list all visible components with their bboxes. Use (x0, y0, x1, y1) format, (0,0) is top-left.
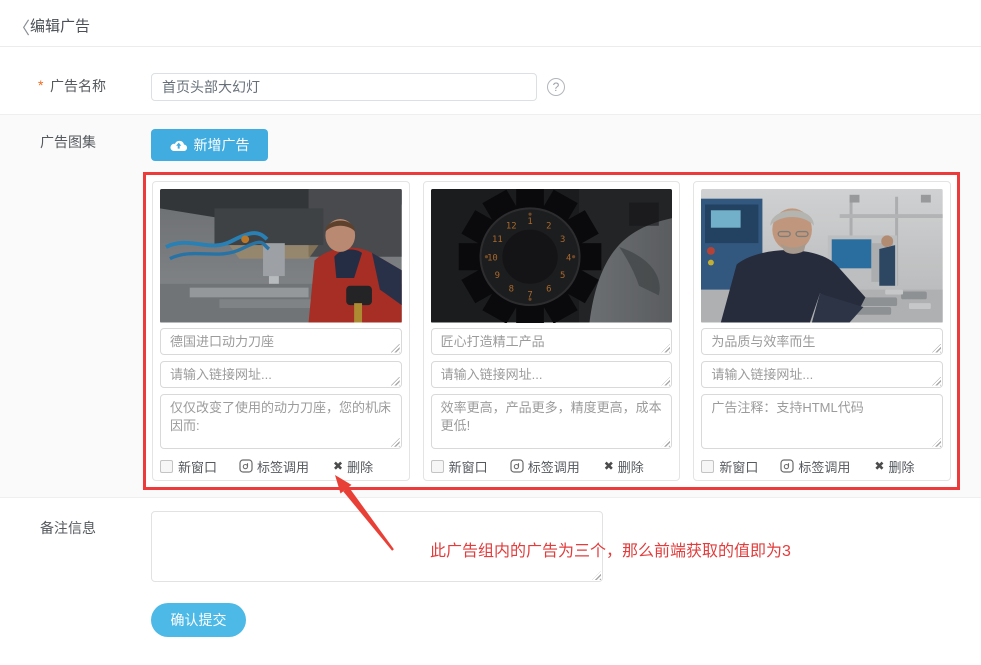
delete-icon: ✖ (604, 459, 614, 473)
delete-label: 删除 (618, 457, 644, 476)
delete-ad-button[interactable]: ✖ 删除 (333, 457, 373, 476)
ad-desc-field: 仅仅改变了使用的动力刀座，您的机床因而: (160, 394, 402, 449)
delete-label: 删除 (888, 457, 914, 476)
ad-title-field: 匠心打造精工产品 (431, 328, 673, 355)
ad-desc-field: 效率更高，产品更多，精度更高，成本更低! (431, 394, 673, 449)
ad-image-engineer-workbench[interactable] (701, 189, 943, 323)
ad-image-worker-red-jacket[interactable] (160, 189, 402, 323)
cloud-upload-icon (170, 139, 187, 152)
ad-desc-input[interactable]: 广告注释：支持HTML代码 (702, 395, 942, 448)
ad-card-footer: 新窗口 标签调用 ✖ 删除 (431, 456, 673, 477)
back-button[interactable]: 〈 (13, 14, 30, 39)
ad-card-footer: 新窗口 标签调用 ✖ 删除 (701, 456, 943, 477)
ad-card-2: 123 456 789 101112 匠心打造精工 (423, 181, 681, 481)
new-window-checkbox[interactable] (160, 460, 173, 473)
annotation-text: 此广告组内的广告为三个，那么前端获取的值即为3 (430, 537, 791, 561)
delete-icon: ✖ (333, 459, 343, 473)
ad-name-input[interactable] (151, 73, 537, 101)
ad-link-input[interactable] (702, 362, 942, 387)
ad-card-footer: 新窗口 标签调用 ✖ 删除 (160, 456, 402, 477)
ad-image-cnc-turret[interactable]: 123 456 789 101112 (431, 189, 673, 323)
ad-link-field (701, 361, 943, 388)
ad-title-input[interactable]: 德国进口动力刀座 (161, 329, 401, 354)
ad-desc-field: 广告注释：支持HTML代码 (701, 394, 943, 449)
tag-call-button[interactable]: 标签调用 (239, 457, 309, 476)
page-title: 编辑广告 (30, 15, 90, 36)
tag-call-label: 标签调用 (798, 457, 850, 476)
ad-card-1: 德国进口动力刀座 仅仅改变了使用的动力刀座，您的机床因而: 新窗口 标签调用 (152, 181, 410, 481)
remark-label: 备注信息 (40, 518, 96, 538)
new-window-checkbox[interactable] (701, 460, 714, 473)
required-mark: * (38, 77, 43, 93)
gallery-label: 广告图集 (40, 132, 96, 152)
tag-call-button[interactable]: 标签调用 (510, 457, 580, 476)
tag-call-icon (780, 459, 794, 473)
tag-call-icon (239, 459, 253, 473)
ad-desc-input[interactable]: 仅仅改变了使用的动力刀座，您的机床因而: (161, 395, 401, 448)
tag-call-label: 标签调用 (257, 457, 309, 476)
delete-ad-button[interactable]: ✖ 删除 (604, 457, 644, 476)
add-ad-button-label: 新增广告 (194, 135, 250, 155)
header-divider (0, 46, 981, 47)
ad-link-field (431, 361, 673, 388)
new-window-checkbox[interactable] (431, 460, 444, 473)
ad-desc-input[interactable]: 效率更高，产品更多，精度更高，成本更低! (432, 395, 672, 448)
tag-call-label: 标签调用 (528, 457, 580, 476)
add-ad-button[interactable]: 新增广告 (151, 129, 268, 161)
ad-title-field: 为品质与效率而生 (701, 328, 943, 355)
ad-group-highlight-box: 德国进口动力刀座 仅仅改变了使用的动力刀座，您的机床因而: 新窗口 标签调用 (143, 172, 960, 490)
new-window-label[interactable]: 新窗口 (178, 457, 217, 476)
tag-call-button[interactable]: 标签调用 (780, 457, 850, 476)
ad-title-input[interactable]: 为品质与效率而生 (702, 329, 942, 354)
delete-label: 删除 (347, 457, 373, 476)
ad-link-field (160, 361, 402, 388)
help-icon[interactable]: ? (547, 78, 565, 96)
ad-title-input[interactable]: 匠心打造精工产品 (432, 329, 672, 354)
new-window-label[interactable]: 新窗口 (449, 457, 488, 476)
new-window-label[interactable]: 新窗口 (719, 457, 758, 476)
ad-card-3: 为品质与效率而生 广告注释：支持HTML代码 新窗口 标签调用 (693, 181, 951, 481)
submit-button[interactable]: 确认提交 (151, 603, 246, 637)
ad-link-input[interactable] (161, 362, 401, 387)
ad-title-field: 德国进口动力刀座 (160, 328, 402, 355)
ad-link-input[interactable] (432, 362, 672, 387)
ad-name-label: 广告名称 (50, 76, 106, 96)
delete-icon: ✖ (874, 459, 884, 473)
edit-ad-page: 〈 编辑广告 * 广告名称 ? 广告图集 新增广告 (0, 0, 981, 665)
tag-call-icon (510, 459, 524, 473)
delete-ad-button[interactable]: ✖ 删除 (874, 457, 914, 476)
